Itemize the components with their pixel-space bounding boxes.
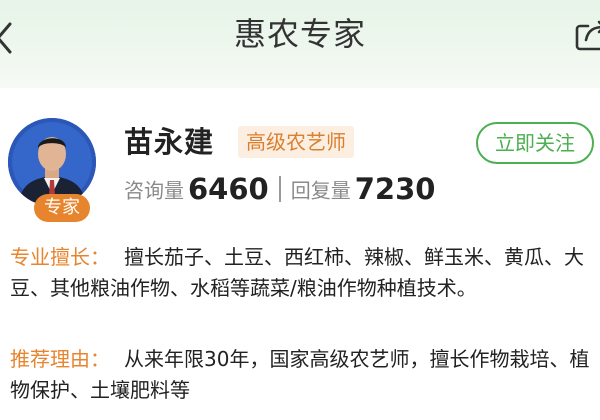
expert-name: 苗永建 — [124, 125, 215, 159]
avatar — [8, 118, 96, 206]
reply-count-label: 回复量 — [290, 178, 351, 203]
specialty-label: 专业擅长： — [10, 245, 110, 269]
reply-count-value: 7230 — [354, 172, 436, 206]
app-header: 惠农专家 — [0, 0, 600, 88]
expert-avatar-block[interactable]: 专家 — [8, 118, 98, 224]
expert-badge: 专家 — [34, 194, 90, 222]
expert-stats: 咨询量 6460 回复量 7230 — [124, 172, 435, 212]
share-icon[interactable] — [574, 18, 600, 52]
expert-title-tag: 高级农艺师 — [238, 126, 354, 158]
reason-section: 推荐理由： 从来年限30年，国家高级农艺师，擅长作物栽培、植物保护、土壤肥料等 — [10, 344, 590, 406]
stats-divider — [278, 176, 281, 202]
specialty-section: 专业擅长： 擅长茄子、土豆、西红柿、辣椒、鲜玉米、黄瓜、大豆、其他粮油作物、水稻等… — [10, 242, 590, 304]
consult-count-value: 6460 — [188, 172, 269, 206]
page-title: 惠农专家 — [233, 15, 366, 53]
consult-count-label: 咨询量 — [124, 178, 184, 203]
follow-button[interactable]: 立即关注 — [476, 122, 594, 164]
reason-label: 推荐理由： — [10, 347, 110, 371]
